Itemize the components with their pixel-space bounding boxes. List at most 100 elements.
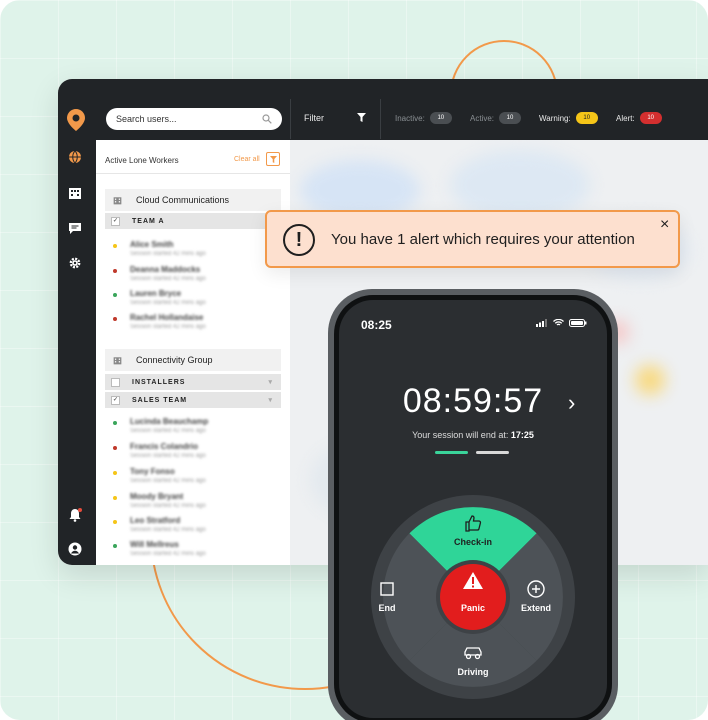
page-dot[interactable] [476, 451, 509, 454]
worker-row[interactable]: Rachel Hollandaise Session started 42 mi… [113, 313, 273, 337]
panel-divider [96, 173, 290, 174]
globe-icon[interactable] [68, 150, 82, 164]
chat-icon[interactable] [68, 221, 82, 235]
worker-row[interactable]: Francis Colandrio Session started 42 min… [113, 442, 273, 466]
extend-label: Extend [520, 603, 551, 613]
status-dot [113, 421, 117, 425]
signal-icon [536, 319, 547, 327]
user-account-icon[interactable] [68, 542, 82, 556]
team-checkbox[interactable]: ✓ [111, 216, 120, 226]
page-indicator [435, 451, 509, 454]
building-icon [113, 196, 122, 204]
funnel-filter-icon[interactable] [357, 113, 366, 122]
group-name: Connectivity Group [136, 355, 213, 365]
left-sidebar [58, 140, 96, 565]
filter-label[interactable]: Filter [304, 113, 324, 123]
stat-warning-count: 10 [575, 112, 598, 124]
worker-name: Tony Fonso [130, 467, 175, 476]
warning-mark [472, 577, 474, 584]
building-icon [113, 356, 122, 364]
worker-name: Alice Smith [130, 240, 174, 249]
team-header[interactable]: ✓ SALES TEAM ▾ [105, 392, 281, 408]
team-name: INSTALLERS [132, 378, 186, 386]
chevron-right-icon[interactable]: › [568, 390, 575, 416]
stat-inactive[interactable]: Inactive: 10 [395, 112, 452, 124]
worker-row[interactable]: Deanna Maddocks Session started 42 mins … [113, 265, 273, 289]
status-dot [113, 471, 117, 475]
funnel-filter-icon [269, 155, 277, 163]
chevron-down-icon[interactable]: ▾ [268, 378, 273, 386]
worker-row[interactable]: Will Mellreus Session started 42 mins ag… [113, 540, 273, 564]
worker-session: Session started 42 mins ago [130, 478, 206, 484]
team-checkbox[interactable] [111, 377, 120, 387]
gear-icon[interactable] [68, 256, 82, 270]
stat-alert[interactable]: Alert: 10 [616, 112, 662, 124]
worker-session: Session started 42 mins ago [130, 300, 206, 306]
page-dot-active[interactable] [435, 451, 468, 454]
worker-row[interactable]: Leo Stratford Session started 42 mins ag… [113, 516, 273, 540]
search-users-input[interactable]: Search users... [106, 108, 282, 130]
stat-active-count: 10 [499, 112, 522, 124]
session-end-time: 17:25 [510, 430, 534, 440]
session-timer: 08:59:57 [402, 382, 544, 420]
panel-title: Active Lone Workers [105, 156, 179, 165]
session-end-prefix: Your session will end at: [412, 430, 511, 440]
search-placeholder: Search users... [116, 114, 177, 124]
team-header[interactable]: INSTALLERS ▾ [105, 374, 281, 390]
battery-icon [569, 319, 587, 327]
close-icon[interactable]: × [660, 216, 669, 234]
phone-frame: 08:25 08:59:57 › Your session will end a… [328, 289, 618, 720]
stat-warning[interactable]: Warning: 10 [539, 112, 598, 124]
chevron-down-icon[interactable]: ▾ [268, 396, 273, 404]
group-header[interactable]: Cloud Communications [105, 189, 281, 211]
worker-name: Will Mellreus [130, 540, 179, 549]
clear-all-link[interactable]: Clear all [234, 156, 260, 163]
exclamation-icon: ! [283, 224, 315, 256]
alert-banner: ! You have 1 alert which requires your a… [265, 210, 680, 268]
checkin-label: Check-in [453, 537, 492, 547]
worker-session: Session started 42 mins ago [130, 428, 206, 434]
worker-name: Lucinda Beauchamp [130, 417, 209, 426]
worker-session: Session started 42 mins ago [130, 527, 206, 533]
worker-session: Session started 42 mins ago [130, 551, 206, 557]
topbar-divider [380, 99, 381, 139]
search-icon [262, 114, 272, 124]
status-dot [113, 520, 117, 524]
worker-name: Moody Bryant [130, 492, 184, 501]
worker-session: Session started 42 mins ago [130, 503, 206, 509]
status-dot [113, 293, 117, 297]
worker-session: Session started 42 mins ago [130, 453, 206, 459]
panel-filter-button[interactable] [266, 152, 280, 166]
stat-alert-label: Alert: [616, 113, 635, 123]
square-stop-icon [380, 582, 394, 596]
worker-row[interactable]: Alice Smith Session started 42 mins ago [113, 240, 273, 264]
warning-dot [472, 585, 474, 588]
worker-row[interactable]: Moody Bryant Session started 42 mins ago [113, 492, 273, 516]
group-name: Cloud Communications [136, 195, 230, 205]
plus-circle-icon [527, 580, 545, 598]
alert-message: You have 1 alert which requires your att… [331, 231, 635, 248]
wifi-icon [553, 319, 564, 326]
worker-row[interactable]: Tony Fonso Session started 42 mins ago [113, 467, 273, 491]
team-checkbox[interactable]: ✓ [111, 395, 120, 405]
thumbs-up-icon [465, 515, 482, 532]
worker-name: Rachel Hollandaise [130, 313, 204, 322]
team-header[interactable]: ✓ TEAM A [105, 213, 281, 229]
worker-row[interactable]: Lucinda Beauchamp Session started 42 min… [113, 417, 273, 441]
top-bar: Search users... Filter Inactive: 10 Acti… [58, 79, 708, 140]
car-icon [464, 647, 482, 660]
phone-screen: 08:25 08:59:57 › Your session will end a… [339, 300, 607, 718]
building-icon[interactable] [68, 186, 82, 200]
worker-session: Session started 42 mins ago [130, 324, 206, 330]
map-marker-blur [635, 365, 665, 395]
status-dot [113, 446, 117, 450]
worker-session: Session started 42 mins ago [130, 251, 206, 257]
bell-icon[interactable] [68, 508, 82, 522]
stat-active[interactable]: Active: 10 [470, 112, 522, 124]
status-bar-clock: 08:25 [361, 318, 392, 332]
status-bar-icons [536, 319, 587, 327]
worker-row[interactable]: Lauren Bryce Session started 42 mins ago [113, 289, 273, 313]
team-name: TEAM A [132, 217, 165, 225]
group-header[interactable]: Connectivity Group [105, 349, 281, 371]
worker-session: Session started 42 mins ago [130, 276, 206, 282]
